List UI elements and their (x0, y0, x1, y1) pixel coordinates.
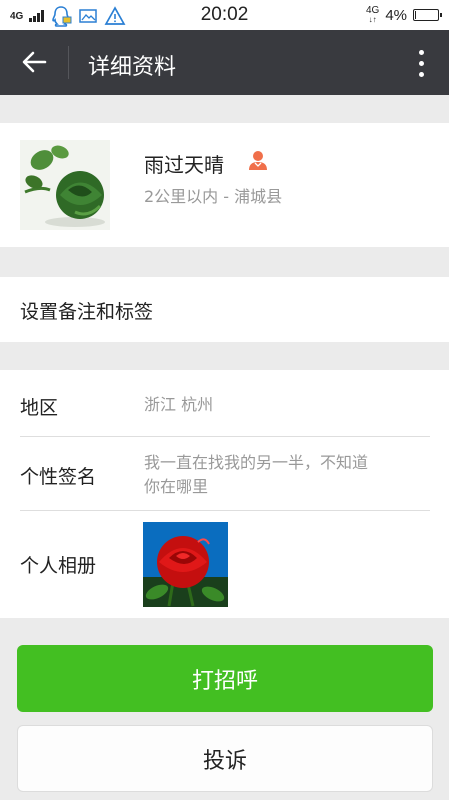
profile-card[interactable]: 雨过天晴 2公里以内 - 浦城县 (0, 123, 449, 247)
region-label: 地区 (20, 397, 59, 419)
more-vertical-icon (418, 49, 424, 55)
red-rose-image (143, 522, 228, 607)
app-header: 详细资料 (0, 30, 449, 95)
signature-line-2: 你在哪里 (144, 477, 209, 496)
signature-line-1: 我一直在找我的另一半，不知道 (144, 453, 369, 472)
person-icon (249, 151, 267, 170)
signature-label: 个性签名 (20, 466, 97, 488)
status-bar: 4G 20:02 4G ↓↑ 4% (0, 0, 449, 30)
battery-percent: 4% (385, 6, 407, 24)
profile-name: 雨过天晴 (144, 153, 224, 177)
region-row[interactable]: 地区 浙江 杭州 (0, 370, 449, 436)
remarks-label: 设置备注和标签 (20, 301, 154, 323)
signature-row[interactable]: 个性签名 我一直在找我的另一半，不知道 你在哪里 (0, 437, 449, 510)
album-label: 个人相册 (20, 555, 97, 577)
remarks-row[interactable]: 设置备注和标签 (0, 277, 449, 342)
header-divider (68, 46, 69, 79)
info-section: 地区 浙江 杭州 个性签名 我一直在找我的另一半，不知道 你在哪里 个人相册 (0, 370, 449, 618)
greet-button[interactable]: 打招呼 (17, 645, 433, 712)
rose-avatar-image (20, 140, 110, 230)
battery-icon (413, 9, 442, 21)
network-type-right: 4G ↓↑ (365, 5, 380, 25)
album-photo[interactable] (143, 522, 228, 607)
report-button[interactable]: 投诉 (17, 725, 433, 792)
battery-fill (415, 11, 416, 19)
status-right: 4G ↓↑ 4% (365, 5, 442, 25)
back-button[interactable] (12, 42, 56, 82)
avatar[interactable] (20, 140, 110, 230)
region-value: 浙江 杭州 (144, 395, 214, 414)
page-title: 详细资料 (88, 55, 177, 80)
more-button[interactable] (411, 44, 431, 82)
profile-distance: 2公里以内 - 浦城县 (144, 187, 283, 206)
arrow-left-icon (22, 51, 47, 73)
